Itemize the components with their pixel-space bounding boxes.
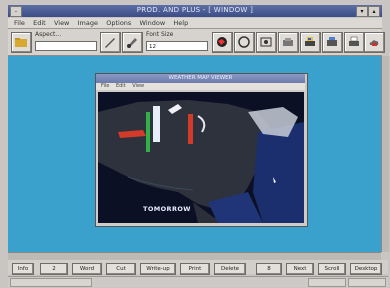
word-button[interactable]: Word (72, 263, 102, 275)
map-menu-edit[interactable]: Edit (116, 83, 126, 89)
map-forecast-label: TOMORROW (143, 205, 191, 213)
page-2-button[interactable]: 2 (40, 263, 68, 275)
document-icon (349, 36, 359, 46)
status-field-3 (348, 278, 386, 287)
paint-button[interactable] (122, 32, 143, 53)
menu-options[interactable]: Options (106, 18, 131, 28)
toolbar: Aspect... Font Size 12 (8, 29, 385, 56)
title-bar: - PROD. AND PLUS - [ WINDOW ] ▾ ▴ (8, 5, 382, 17)
info-button[interactable]: Info (12, 263, 34, 275)
pages-icon (238, 36, 250, 48)
vertical-scrollbar[interactable] (381, 56, 389, 252)
folder-icon (15, 38, 27, 47)
font-size-field[interactable]: 12 (146, 41, 208, 51)
globe-button[interactable] (212, 32, 233, 53)
printer-alt-button[interactable] (322, 32, 343, 53)
desktop-button[interactable]: Desktop (350, 263, 382, 275)
tools-icon (260, 37, 272, 47)
cloud-button[interactable] (364, 32, 385, 53)
page-8-button[interactable]: 8 (256, 263, 282, 275)
menu-help[interactable]: Help (173, 18, 188, 28)
printer-alt-icon (327, 37, 337, 46)
draw-button[interactable] (100, 32, 121, 53)
scroll-button[interactable]: Scroll (318, 263, 346, 275)
maximize-button[interactable]: ▴ (368, 6, 380, 17)
status-field-1 (10, 278, 92, 287)
menu-edit[interactable]: Edit (33, 18, 46, 28)
draw-icon (105, 38, 115, 48)
hand-icon (283, 38, 293, 46)
menu-view[interactable]: View (54, 18, 69, 28)
menu-image[interactable]: Image (78, 18, 98, 28)
weather-map[interactable] (98, 92, 304, 223)
weather-map-image (98, 92, 304, 223)
map-menu-view[interactable]: View (132, 83, 144, 89)
map-menu-file[interactable]: File (101, 83, 109, 89)
cut-button[interactable]: Cut (106, 263, 136, 275)
paint-icon (127, 38, 137, 48)
document-button[interactable] (344, 32, 365, 53)
next-button[interactable]: Next (286, 263, 314, 275)
printer-button[interactable] (300, 32, 321, 53)
horizontal-scrollbar[interactable] (8, 252, 381, 260)
status-field-2 (308, 278, 346, 287)
font-size-value: 12 (149, 44, 156, 50)
menu-bar: File Edit View Image Options Window Help (8, 18, 382, 29)
window-title: PROD. AND PLUS - [ WINDOW ] (136, 6, 254, 14)
status-bar (8, 276, 388, 287)
aspect-label: Aspect... (35, 31, 62, 38)
printer-icon (305, 37, 315, 46)
font-size-label: Font Size (146, 31, 174, 38)
print-button[interactable]: Print (180, 263, 210, 275)
tools-button[interactable] (256, 32, 277, 53)
map-window-title: WEATHER MAP VIEWER (168, 75, 233, 81)
folder-button[interactable] (11, 32, 32, 53)
delete-button[interactable]: Delete (214, 263, 246, 275)
menu-window[interactable]: Window (140, 18, 166, 28)
menu-file[interactable]: File (14, 18, 25, 28)
write-up-button[interactable]: Write-up (140, 263, 176, 275)
hand-button[interactable] (278, 32, 299, 53)
minimize-button[interactable]: ▾ (356, 6, 368, 17)
aspect-field[interactable] (35, 41, 97, 51)
pages-button[interactable] (234, 32, 255, 53)
cloud-icon (369, 40, 379, 46)
map-window-menu: File Edit View (96, 83, 305, 90)
map-window-title-bar[interactable]: WEATHER MAP VIEWER (96, 74, 305, 83)
globe-icon (217, 37, 227, 47)
